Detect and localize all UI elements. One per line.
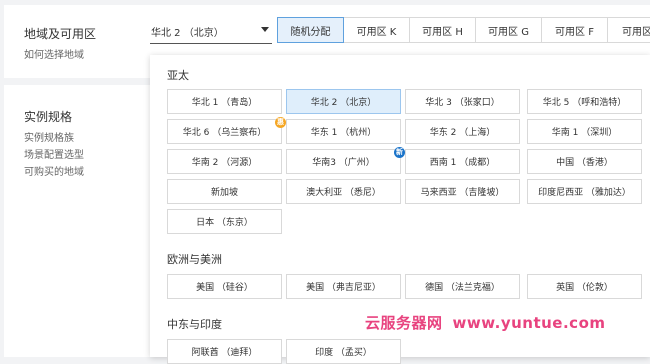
- region-option-label: 马来西亚 （吉隆坡）: [420, 188, 505, 198]
- region-option[interactable]: 华北 3 （张家口）: [405, 89, 520, 114]
- region-option-label: 印度尼西亚 （雅加达）: [538, 188, 631, 198]
- scenario-selection-link[interactable]: 场景配置选型: [24, 146, 84, 161]
- watermark-cn: 云服务器网: [365, 314, 443, 332]
- region-option-label: 华北 6 （乌兰察布）: [182, 128, 267, 138]
- zone-selector: 随机分配 可用区 K 可用区 H 可用区 G 可用区 F 可用区: [277, 17, 650, 43]
- watermark-en: www.yuntue.com: [452, 314, 606, 332]
- available-regions-link[interactable]: 可购买的地域: [24, 163, 84, 178]
- spec-section-title: 实例规格: [24, 110, 73, 124]
- region-option[interactable]: 华北 1 （青岛）: [167, 89, 282, 114]
- chevron-down-icon: [261, 27, 269, 32]
- region-option[interactable]: 马来西亚 （吉隆坡）: [405, 179, 520, 204]
- region-option-label: 华东 2 （上海）: [429, 128, 496, 138]
- region-option[interactable]: 印度 （孟买）: [286, 339, 401, 364]
- new-badge-icon: 新: [394, 147, 405, 158]
- region-option[interactable]: 英国 （伦敦）: [527, 274, 642, 299]
- region-option[interactable]: 美国 （弗吉尼亚）: [286, 274, 401, 299]
- region-option[interactable]: 华北 2 （北京）: [286, 89, 401, 114]
- region-option-label: 阿联酋 （迪拜）: [191, 348, 258, 358]
- region-option[interactable]: 华东 1 （杭州）: [286, 119, 401, 144]
- region-option[interactable]: 日本 （东京）: [167, 209, 282, 234]
- region-option[interactable]: 中国 （香港）: [527, 149, 642, 174]
- region-option-label: 西南 1 （成都）: [429, 158, 496, 168]
- region-group-title: 欧洲与美洲: [167, 253, 222, 266]
- region-option[interactable]: 新加坡: [167, 179, 282, 204]
- zone-option-f[interactable]: 可用区 F: [541, 17, 608, 43]
- region-option-label: 华北 2 （北京）: [310, 98, 377, 108]
- region-option[interactable]: 阿联酋 （迪拜）: [167, 339, 282, 364]
- region-option-label: 华南 1 （深圳）: [551, 128, 618, 138]
- zone-option-g[interactable]: 可用区 G: [475, 17, 542, 43]
- region-option-label: 美国 （弗吉尼亚）: [306, 283, 381, 293]
- zone-option-random[interactable]: 随机分配: [277, 17, 344, 43]
- region-option[interactable]: 澳大利亚 （悉尼）: [286, 179, 401, 204]
- region-option-label: 华东 1 （杭州）: [310, 128, 377, 138]
- region-select-value: 华北 2 （北京）: [151, 28, 224, 39]
- region-option-label: 华南 2 （河源）: [191, 158, 258, 168]
- region-option-label: 华南3 （广州）: [312, 158, 375, 168]
- region-option-label: 德国 （法兰克福）: [425, 283, 500, 293]
- region-option-label: 新加坡: [210, 188, 238, 198]
- region-option-label: 中国 （香港）: [556, 158, 613, 168]
- region-group-title: 亚太: [167, 69, 189, 82]
- region-option-label: 华北 5 （呼和浩特）: [542, 98, 627, 108]
- discount-badge-icon: 惠: [275, 117, 286, 128]
- spec-family-link[interactable]: 实例规格族: [24, 129, 74, 144]
- region-section-title: 地域及可用区: [24, 27, 97, 41]
- zone-option-k[interactable]: 可用区 K: [343, 17, 410, 43]
- zone-option-partial[interactable]: 可用区: [607, 17, 650, 43]
- region-help-link[interactable]: 如何选择地域: [24, 46, 84, 61]
- region-option[interactable]: 华南3 （广州） 新: [286, 147, 405, 174]
- region-option[interactable]: 华东 2 （上海）: [405, 119, 520, 144]
- region-option[interactable]: 德国 （法兰克福）: [405, 274, 520, 299]
- region-option[interactable]: 华北 6 （乌兰察布） 惠: [167, 117, 286, 144]
- region-option[interactable]: 华南 1 （深圳）: [527, 119, 642, 144]
- region-option-label: 英国 （伦敦）: [556, 283, 613, 293]
- region-option[interactable]: 美国 （硅谷）: [167, 274, 282, 299]
- region-group-title: 中东与印度: [167, 318, 222, 331]
- zone-option-h[interactable]: 可用区 H: [409, 17, 476, 43]
- watermark: 云服务器网 www.yuntue.com: [365, 312, 606, 333]
- region-option-label: 印度 （孟买）: [315, 348, 372, 358]
- region-select[interactable]: 华北 2 （北京）: [150, 17, 272, 44]
- region-option[interactable]: 西南 1 （成都）: [405, 149, 520, 174]
- region-option-label: 日本 （东京）: [196, 218, 253, 228]
- region-option[interactable]: 印度尼西亚 （雅加达）: [527, 179, 642, 204]
- region-option-label: 华北 1 （青岛）: [191, 98, 258, 108]
- region-option-label: 美国 （硅谷）: [196, 283, 253, 293]
- region-option[interactable]: 华南 2 （河源）: [167, 149, 282, 174]
- region-option-label: 澳大利亚 （悉尼）: [306, 188, 381, 198]
- spec-section-card: [4, 85, 150, 357]
- region-option[interactable]: 华北 5 （呼和浩特）: [527, 89, 642, 114]
- region-option-label: 华北 3 （张家口）: [425, 98, 500, 108]
